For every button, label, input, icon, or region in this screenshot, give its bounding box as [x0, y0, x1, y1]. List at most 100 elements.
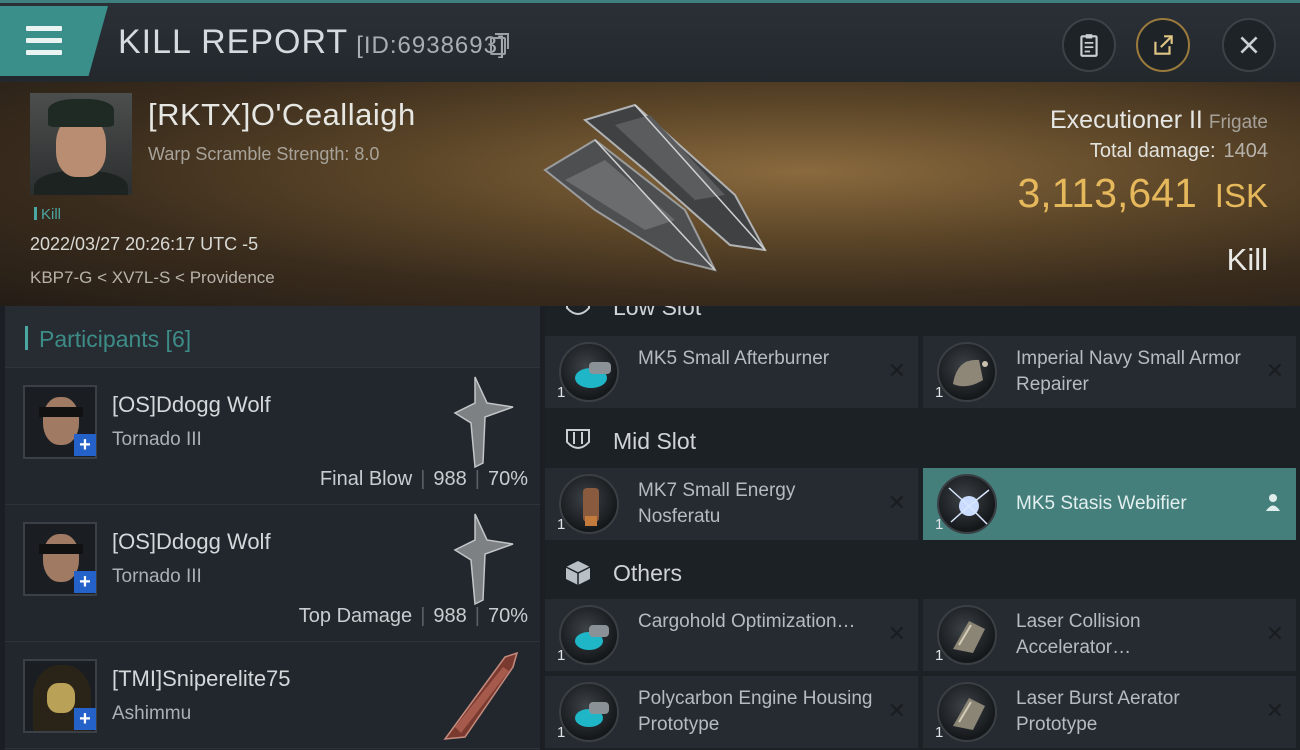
- top-bar: KILL REPORT [ID:6938693]: [0, 0, 1300, 82]
- isk-amount: 3,113,641: [1017, 170, 1197, 216]
- cube-icon: [565, 561, 591, 585]
- module-slot[interactable]: 1 Laser Collision Accelerator… ✕: [923, 599, 1296, 671]
- victim-portrait[interactable]: [30, 93, 132, 195]
- stasis-webifier-module-icon: [937, 474, 997, 534]
- ship-name-text[interactable]: Executioner II: [1050, 106, 1203, 134]
- module-name: Imperial Navy Small Armor Repairer: [1016, 348, 1241, 395]
- participants-header: Participants [6]: [5, 306, 540, 368]
- module-name: Laser Collision Accelerator…: [1016, 611, 1141, 658]
- kill-datetime: 2022/03/27 20:26:17 UTC -5: [30, 234, 259, 254]
- title-text: KILL REPORT: [118, 23, 349, 61]
- participant-name: [TMI]Sniperelite75: [112, 666, 291, 691]
- module-slot[interactable]: 1 Polycarbon Engine Housing Prototype ✕: [545, 676, 918, 748]
- rig-module-icon: [937, 682, 997, 742]
- page-title: KILL REPORT [ID:6938693]: [118, 23, 506, 62]
- destroyed-x-icon: ✕: [1265, 698, 1284, 723]
- participant-ship-image: [443, 651, 519, 740]
- clipboard-button[interactable]: [1062, 18, 1116, 72]
- participant-ship-image: [453, 376, 514, 469]
- participants-panel[interactable]: Participants [6] + [OS]Ddogg Wolf Tornad…: [5, 306, 540, 750]
- module-slot[interactable]: 1 Laser Burst Aerator Prototype ✕: [923, 676, 1296, 748]
- kill-tag: Kill: [34, 206, 61, 223]
- destroyed-x-icon: ✕: [887, 621, 906, 646]
- participant-ship-image: [453, 513, 514, 606]
- kill-result: Kill: [1226, 242, 1268, 277]
- module-slot[interactable]: 1 MK7 Small Energy Nosferatu ✕: [545, 468, 918, 540]
- mid-slot-header: Mid Slot: [545, 412, 1300, 468]
- module-quantity: 1: [935, 647, 944, 664]
- participants-title: Participants [6]: [39, 326, 192, 352]
- module-slot[interactable]: 1 MK5 Small Afterburner ✕: [545, 336, 918, 408]
- add-contact-icon[interactable]: +: [74, 708, 96, 730]
- engine-housing-module-icon: [559, 682, 619, 742]
- total-damage: Total damage: 1404: [1090, 140, 1268, 163]
- mid-slot-icon: [566, 429, 590, 449]
- low-slot-icon: [566, 306, 590, 315]
- module-quantity: 1: [935, 516, 944, 533]
- fitting-panel[interactable]: Low Slot 1 MK5 Small Afterburner ✕ 1 Imp…: [545, 306, 1300, 750]
- participant-damage: 988: [433, 605, 467, 627]
- mid-slot-label: Mid Slot: [613, 428, 697, 454]
- module-slot-dropped[interactable]: 1 MK5 Stasis Webifier: [923, 468, 1296, 540]
- isk-value: 3,113,641 ISK: [1017, 170, 1268, 217]
- others-label: Others: [613, 560, 683, 586]
- share-icon: [1154, 35, 1173, 55]
- close-icon: [1240, 36, 1258, 54]
- participant-row[interactable]: + [TMI]Sniperelite75 Ashimmu: [5, 642, 540, 749]
- module-quantity: 1: [935, 384, 944, 401]
- add-contact-icon[interactable]: +: [74, 434, 96, 456]
- total-damage-value: 1404: [1223, 140, 1269, 162]
- module-slot[interactable]: 1 Cargohold Optimization… ✕: [545, 599, 918, 671]
- add-contact-icon[interactable]: +: [74, 571, 96, 593]
- report-id: [ID:6938693]: [356, 32, 506, 59]
- kill-location[interactable]: KBP7-G < XV7L-S < Providence: [30, 268, 275, 288]
- share-button[interactable]: [1136, 18, 1190, 72]
- copy-id-icon[interactable]: [490, 33, 509, 55]
- module-quantity: 1: [557, 724, 566, 741]
- participant-stats: Final Blow | 988 | 70%: [319, 468, 528, 490]
- participant-row[interactable]: + [OS]Ddogg Wolf Tornado III Final Blow |…: [5, 368, 540, 505]
- module-name: Laser Burst Aerator Prototype: [1016, 688, 1180, 735]
- participant-name: [OS]Ddogg Wolf: [112, 392, 271, 417]
- participant-ship: Ashimmu: [112, 703, 192, 724]
- participant-row[interactable]: + [OS]Ddogg Wolf Tornado III Top Damage |…: [5, 505, 540, 642]
- menu-button[interactable]: [0, 6, 108, 76]
- victim-ship-image[interactable]: [525, 100, 775, 290]
- afterburner-module-icon: [559, 342, 619, 402]
- armor-repairer-module-icon: [937, 342, 997, 402]
- module-quantity: 1: [557, 384, 566, 401]
- total-damage-label: Total damage:: [1089, 140, 1216, 162]
- module-quantity: 1: [557, 516, 566, 533]
- module-name: Polycarbon Engine Housing Prototype: [638, 688, 873, 735]
- destroyed-x-icon: ✕: [887, 358, 906, 383]
- others-header: Others: [545, 544, 1300, 600]
- participant-name: [OS]Ddogg Wolf: [112, 529, 271, 554]
- hamburger-menu-icon: [26, 26, 62, 62]
- ship-class: Frigate: [1208, 112, 1268, 133]
- destroyed-x-icon: ✕: [887, 698, 906, 723]
- module-name: MK5 Small Afterburner: [638, 348, 830, 369]
- module-name: Cargohold Optimization…: [638, 611, 856, 632]
- isk-unit: ISK: [1214, 177, 1268, 214]
- destroyed-x-icon: ✕: [1265, 621, 1284, 646]
- close-button[interactable]: [1222, 18, 1276, 72]
- participant-role: Top Damage: [298, 605, 413, 627]
- module-name: MK7 Small Energy Nosferatu: [638, 480, 796, 527]
- warp-scramble-strength: Warp Scramble Strength: 8.0: [148, 144, 380, 164]
- nosferatu-module-icon: [559, 474, 619, 534]
- low-slot-header: Low Slot: [545, 306, 1300, 334]
- participant-damage: 988: [433, 468, 467, 490]
- participant-ship: Tornado III: [112, 429, 202, 450]
- cargohold-module-icon: [559, 605, 619, 665]
- destroyed-x-icon: ✕: [887, 490, 906, 515]
- module-quantity: 1: [935, 724, 944, 741]
- participant-percent: 70%: [487, 468, 528, 490]
- participant-stats: Top Damage | 988 | 70%: [298, 605, 528, 627]
- victim-ship: Executioner II Frigate: [1050, 106, 1268, 135]
- module-name: MK5 Stasis Webifier: [1016, 493, 1187, 514]
- rig-module-icon: [937, 605, 997, 665]
- clipboard-icon: [1080, 34, 1098, 57]
- module-slot[interactable]: 1 Imperial Navy Small Armor Repairer ✕: [923, 336, 1296, 408]
- victim-name[interactable]: [RKTX]O'Ceallaigh: [148, 97, 416, 133]
- destroyed-x-icon: ✕: [1265, 358, 1284, 383]
